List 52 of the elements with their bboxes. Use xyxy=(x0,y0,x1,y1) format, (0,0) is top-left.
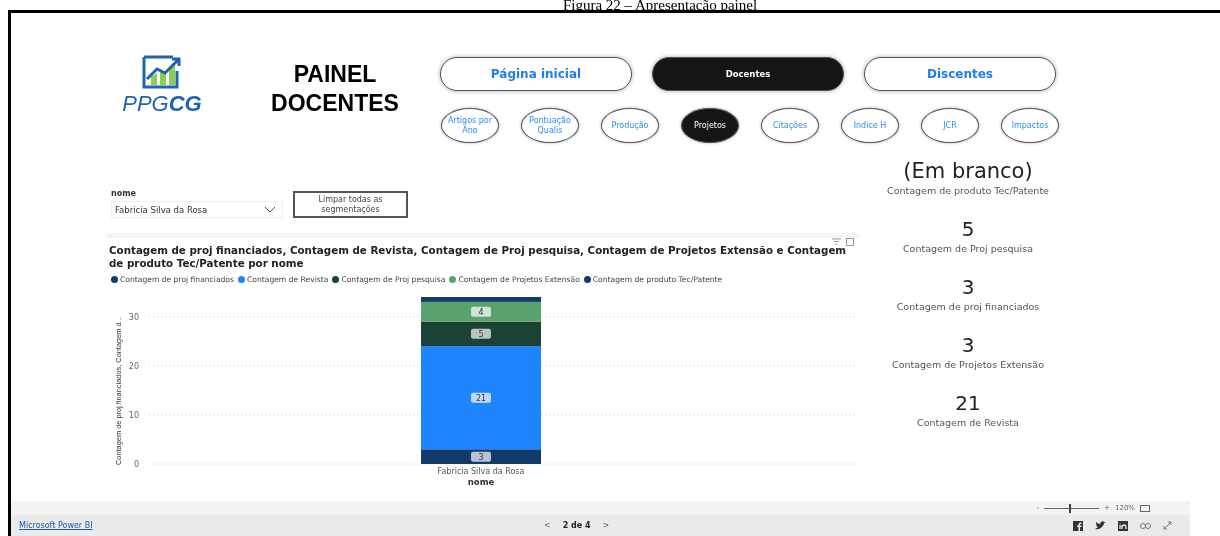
page-tab[interactable]: Projetos xyxy=(681,108,739,143)
card-label: Contagem de produto Tec/Patente xyxy=(887,185,1049,196)
card-label: Contagem de Proj pesquisa xyxy=(902,243,1034,254)
clear-filters-button[interactable]: Limpar todas as segmentações xyxy=(293,191,408,218)
zoom-thumb[interactable] xyxy=(1068,503,1071,513)
card-value: 5 xyxy=(961,218,975,240)
slicer-label: nome xyxy=(111,189,137,198)
card-label: Contagem de Projetos Extensão xyxy=(892,359,1044,370)
data-label: 21 xyxy=(471,392,491,403)
chart-growth-icon xyxy=(141,55,183,89)
page-tab[interactable]: JCR xyxy=(921,108,979,143)
y-tick-label: 20 xyxy=(128,361,139,371)
card-value: 3 xyxy=(961,276,975,298)
page-tab[interactable]: Artigos por Ano xyxy=(441,108,499,143)
fit-page-icon[interactable] xyxy=(1140,504,1150,512)
category-label: Fabricia Silva da Rosa xyxy=(437,467,525,476)
card-label: Contagem de proj financiados xyxy=(896,301,1040,312)
chevron-icon xyxy=(264,206,276,213)
page-tab[interactable]: Citações xyxy=(761,108,819,143)
nav-tab[interactable]: Discentes xyxy=(864,57,1056,91)
page-indicator: 2 de 4 xyxy=(562,521,591,530)
dashboard-title: PAINEL DOCENTES xyxy=(270,60,400,118)
linkedin-icon[interactable] xyxy=(1118,520,1128,531)
next-page-button[interactable]: > xyxy=(602,521,610,530)
data-label: 3 xyxy=(471,451,491,462)
page-tab[interactable]: Impactos xyxy=(1001,108,1059,143)
power-bi-link[interactable]: Microsoft Power BI xyxy=(19,521,439,530)
data-label: 5 xyxy=(471,328,491,339)
focus-mode-icon[interactable] xyxy=(846,238,854,246)
data-label: 4 xyxy=(471,306,491,317)
card-value: 21 xyxy=(955,392,981,414)
card-label: Contagem de Revista xyxy=(917,417,1019,428)
y-tick-label: 10 xyxy=(128,410,139,420)
page-tab[interactable]: Pontuação Qualis xyxy=(521,108,579,143)
twitter-icon[interactable] xyxy=(1095,521,1106,530)
nav-tab[interactable]: Página inicial xyxy=(440,57,632,91)
share-icon[interactable] xyxy=(1140,521,1151,530)
y-tick-label: 30 xyxy=(128,312,139,322)
fullscreen-icon[interactable] xyxy=(1163,521,1172,530)
page-tab[interactable]: Indice H xyxy=(841,108,899,143)
page-tab[interactable]: Produção xyxy=(601,108,659,143)
card-value: 3 xyxy=(961,334,975,356)
facebook-icon[interactable] xyxy=(1073,520,1083,531)
chart-title: Contagem de proj financiados, Contagem de Revista, Contagem de Proj pesquisa, Contagem de Projetos Extensão e Contagem de produto Tec/Patente por nome xyxy=(109,244,848,270)
previous-page-button[interactable]: < xyxy=(544,521,551,530)
y-tick-label: 0 xyxy=(133,460,139,469)
filter-icon[interactable] xyxy=(832,238,841,245)
name-dropdown[interactable]: Fabricia Silva da Rosa xyxy=(111,201,283,218)
nav-tab[interactable]: Docentes xyxy=(652,57,844,91)
card-value: (Em branco) xyxy=(903,160,1033,182)
x-axis-label: nome xyxy=(467,477,495,487)
logo-text: PPGCG xyxy=(122,91,202,117)
